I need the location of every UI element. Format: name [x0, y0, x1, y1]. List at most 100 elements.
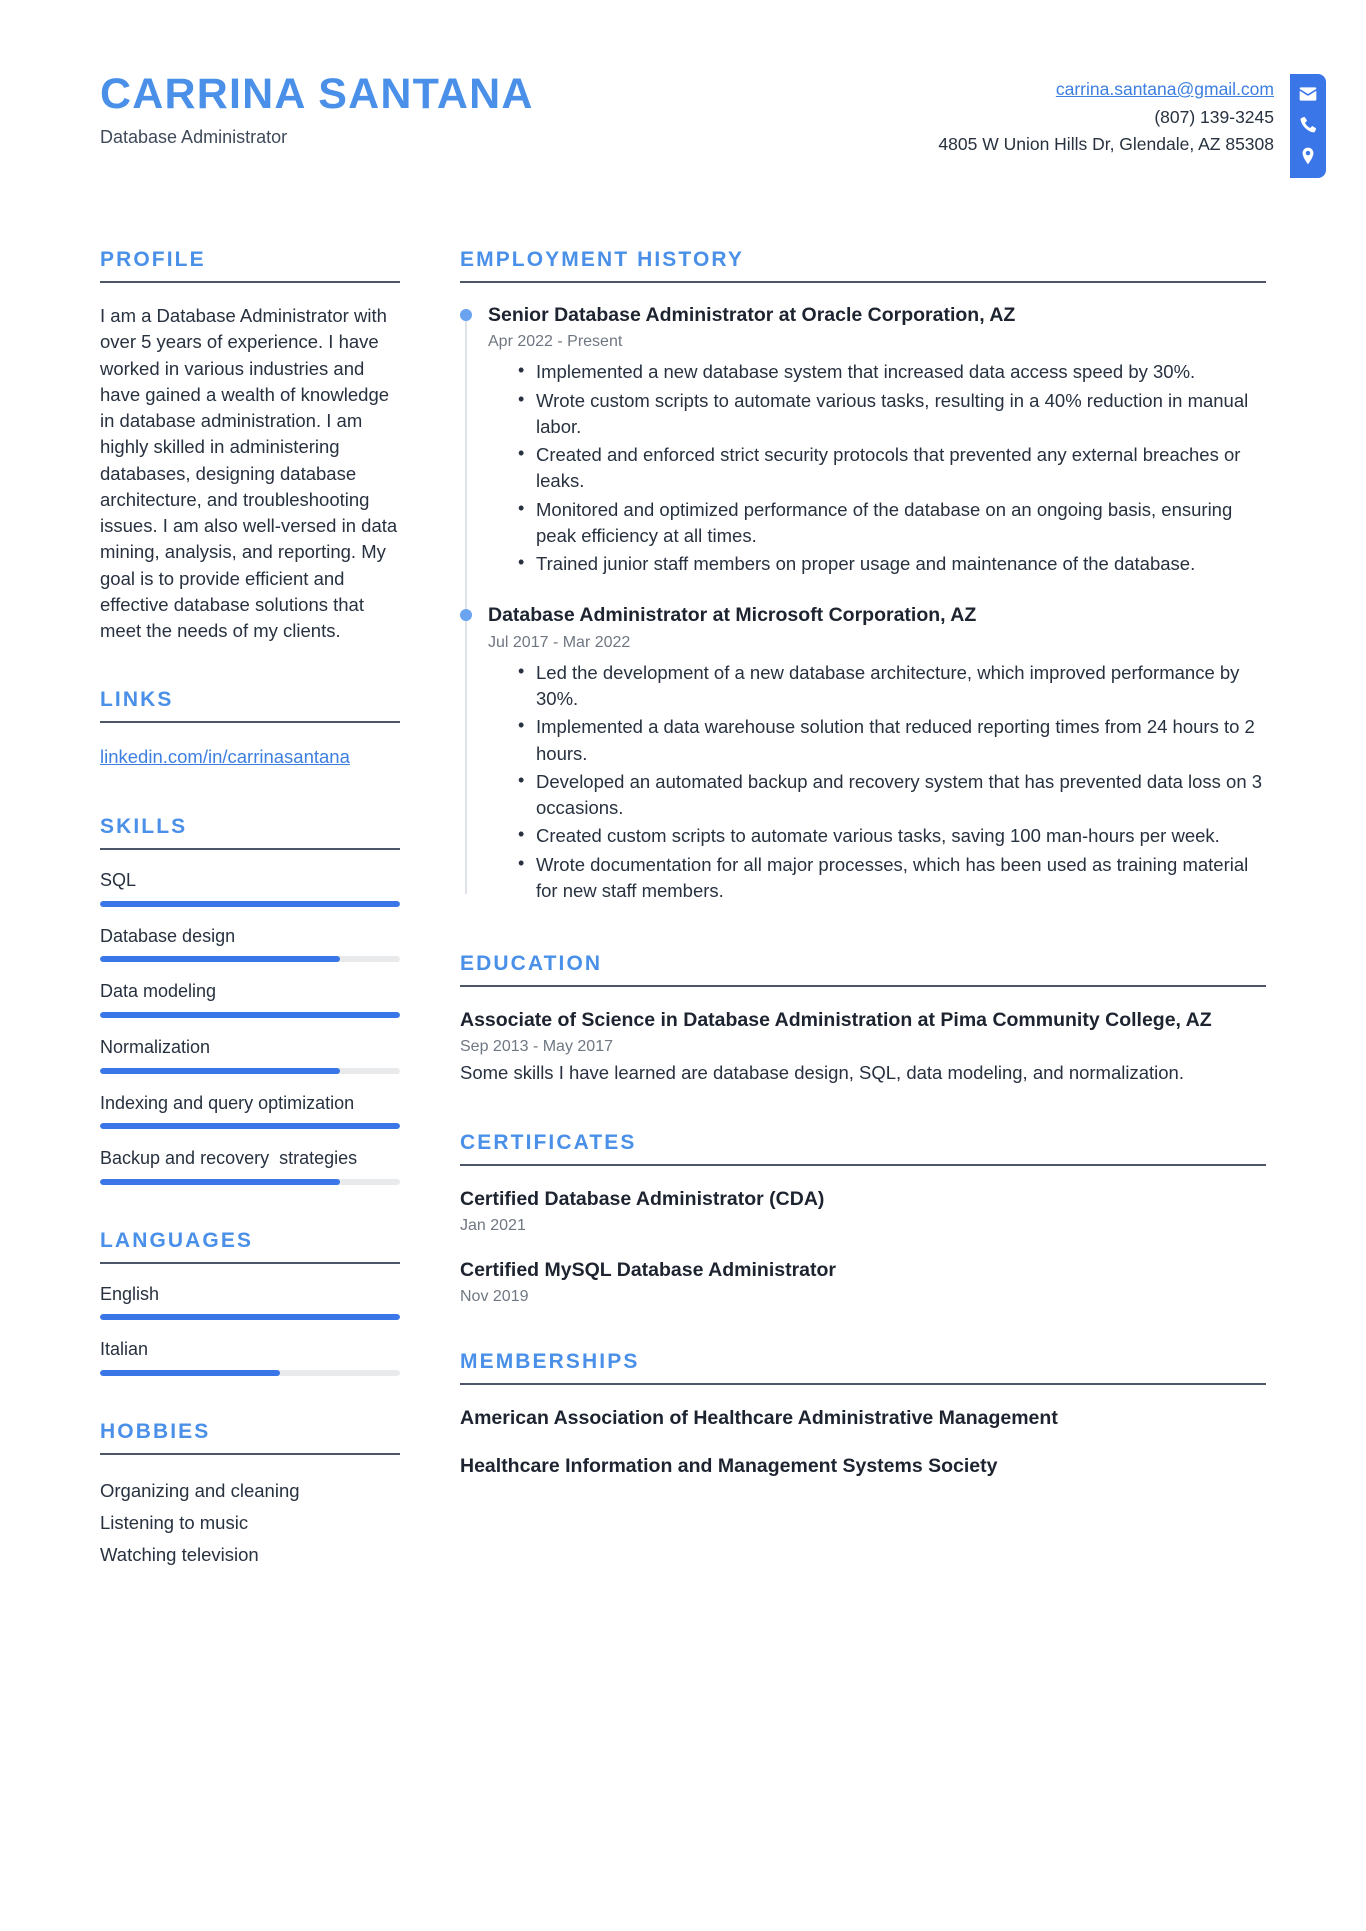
resume-page: CARRINA SANTANA Database Administrator c…: [0, 0, 1366, 1931]
section-employment-history: EMPLOYMENT HISTORY Senior Database Admin…: [460, 248, 1266, 904]
membership-item: American Association of Healthcare Admin…: [460, 1406, 1058, 1429]
main-column: EMPLOYMENT HISTORY Senior Database Admin…: [460, 248, 1366, 1614]
certificate-dates: Jan 2021: [460, 1216, 526, 1234]
skill-label: Data modeling: [100, 981, 217, 1002]
section-divider: [100, 281, 400, 283]
section-hobbies: HOBBIES Organizing and cleaning Listenin…: [100, 1420, 400, 1570]
skill-item: Data modeling: [100, 981, 400, 1018]
skill-label: Normalization: [100, 1036, 211, 1057]
certificate-heading: Certified MySQL Database Administrator: [460, 1258, 837, 1281]
section-links: LINKS linkedin.com/in/carrinasantana: [100, 688, 400, 771]
section-languages: LANGUAGES English Italian: [100, 1229, 400, 1376]
section-title-skills: SKILLS: [100, 815, 188, 839]
employment-entry: Senior Database Administrator at Oracle …: [460, 303, 1266, 577]
section-title-certificates: CERTIFICATES: [460, 1130, 637, 1154]
skill-label: Indexing and query optimization: [100, 1092, 355, 1113]
section-title-employment: EMPLOYMENT HISTORY: [460, 248, 744, 271]
job-bullet: Wrote documentation for all major proces…: [518, 851, 1266, 905]
contact-icon-tab: [1290, 74, 1326, 178]
sidebar-column: PROFILE I am a Database Administrator wi…: [0, 248, 460, 1614]
education-entry: Associate of Science in Database Adminis…: [460, 1007, 1266, 1086]
section-divider: [100, 721, 400, 724]
job-bullet: Implemented a new database system that i…: [518, 358, 1266, 385]
skill-label: SQL: [100, 870, 137, 891]
section-memberships: MEMBERSHIPS American Association of Heal…: [460, 1350, 1266, 1479]
skill-bar-fill: [100, 900, 400, 907]
education-heading: Associate of Science in Database Adminis…: [460, 1009, 1212, 1032]
section-divider: [460, 281, 1266, 283]
language-bar-track: [100, 1314, 400, 1321]
job-bullet: Monitored and optimized performance of t…: [518, 496, 1266, 550]
phone-icon: [1298, 115, 1318, 135]
certificate-entry: Certified Database Administrator (CDA) J…: [460, 1186, 1266, 1235]
employment-entry: Database Administrator at Microsoft Corp…: [460, 603, 1266, 904]
link-item[interactable]: linkedin.com/in/carrinasantana: [100, 743, 400, 771]
skill-bar-fill: [100, 1067, 340, 1074]
skill-bar-fill: [100, 956, 340, 963]
skill-item: SQL: [100, 870, 400, 907]
skill-bar-track: [100, 1123, 400, 1130]
job-bullet: Created custom scripts to automate vario…: [518, 822, 1266, 849]
section-title-education: EDUCATION: [460, 952, 603, 976]
section-divider: [100, 1452, 400, 1455]
job-bullet: Led the development of a new database ar…: [518, 659, 1266, 713]
section-profile: PROFILE I am a Database Administrator wi…: [100, 248, 400, 644]
section-divider: [100, 848, 400, 851]
header-identity: CARRINA SANTANA Database Administrator: [0, 70, 534, 148]
skill-item: Backup and recovery strategies: [100, 1148, 400, 1185]
job-bullet-list: Implemented a new database system that i…: [488, 358, 1266, 577]
language-bar-fill: [100, 1314, 400, 1321]
certificate-entry: Certified MySQL Database Administrator N…: [460, 1257, 1266, 1306]
hobby-item: Listening to music: [100, 1511, 249, 1533]
certificate-dates: Nov 2019: [460, 1287, 529, 1305]
section-title-languages: LANGUAGES: [100, 1228, 254, 1252]
hobby-item: Organizing and cleaning: [100, 1479, 300, 1501]
skill-bar-track: [100, 1011, 400, 1018]
skill-bar-track: [100, 956, 400, 963]
language-bar-track: [100, 1369, 400, 1376]
job-dates: Apr 2022 - Present: [488, 333, 623, 351]
skill-bar-fill: [100, 1011, 400, 1018]
section-certificates: CERTIFICATES Certified Database Administ…: [460, 1131, 1266, 1306]
language-item: English: [100, 1284, 400, 1321]
skill-item: Indexing and query optimization: [100, 1093, 400, 1130]
language-bar-fill: [100, 1369, 280, 1376]
timeline-dot-icon: [460, 609, 472, 622]
section-skills: SKILLS SQL Database design Data modeling: [100, 815, 400, 1185]
section-title-hobbies: HOBBIES: [100, 1419, 211, 1443]
job-bullet: Wrote custom scripts to automate various…: [518, 387, 1266, 441]
page-title: CARRINA SANTANA: [100, 70, 534, 118]
skill-label: Backup and recovery strategies: [100, 1148, 358, 1169]
language-item: Italian: [100, 1339, 400, 1376]
section-title-memberships: MEMBERSHIPS: [460, 1349, 640, 1373]
profile-text: I am a Database Administrator with over …: [100, 305, 398, 642]
section-education: EDUCATION Associate of Science in Databa…: [460, 952, 1266, 1086]
section-title-links: LINKS: [100, 688, 174, 712]
skill-item: Database design: [100, 926, 400, 963]
section-title-profile: PROFILE: [100, 248, 206, 271]
hobby-item: Watching television: [100, 1543, 259, 1565]
resume-body: PROFILE I am a Database Administrator wi…: [0, 248, 1366, 1614]
contact-email-link[interactable]: carrina.santana@gmail.com: [938, 76, 1274, 104]
skill-bar-track: [100, 1067, 400, 1074]
job-heading: Database Administrator at Microsoft Corp…: [488, 604, 977, 627]
job-bullet: Trained junior staff members on proper u…: [518, 550, 1266, 577]
envelope-icon: [1298, 84, 1318, 104]
education-description: Some skills I have learned are database …: [460, 1062, 1184, 1084]
section-divider: [460, 1163, 1266, 1166]
section-divider: [460, 1382, 1266, 1385]
resume-header: CARRINA SANTANA Database Administrator c…: [0, 0, 1366, 178]
header-contact-block: carrina.santana@gmail.com (807) 139-3245…: [938, 72, 1366, 178]
contact-phone: (807) 139-3245: [1154, 106, 1274, 127]
skill-label: Database design: [100, 925, 236, 946]
language-label: English: [100, 1283, 160, 1304]
skill-bar-fill: [100, 1178, 340, 1185]
job-heading: Senior Database Administrator at Oracle …: [488, 304, 1016, 326]
certificate-heading: Certified Database Administrator (CDA): [460, 1187, 825, 1210]
skill-bar-track: [100, 900, 400, 907]
job-bullet-list: Led the development of a new database ar…: [488, 659, 1266, 905]
job-bullet: Developed an automated backup and recove…: [518, 768, 1266, 822]
job-bullet: Created and enforced strict security pro…: [518, 441, 1266, 495]
timeline-dot-icon: [460, 309, 472, 321]
section-divider: [460, 985, 1266, 988]
